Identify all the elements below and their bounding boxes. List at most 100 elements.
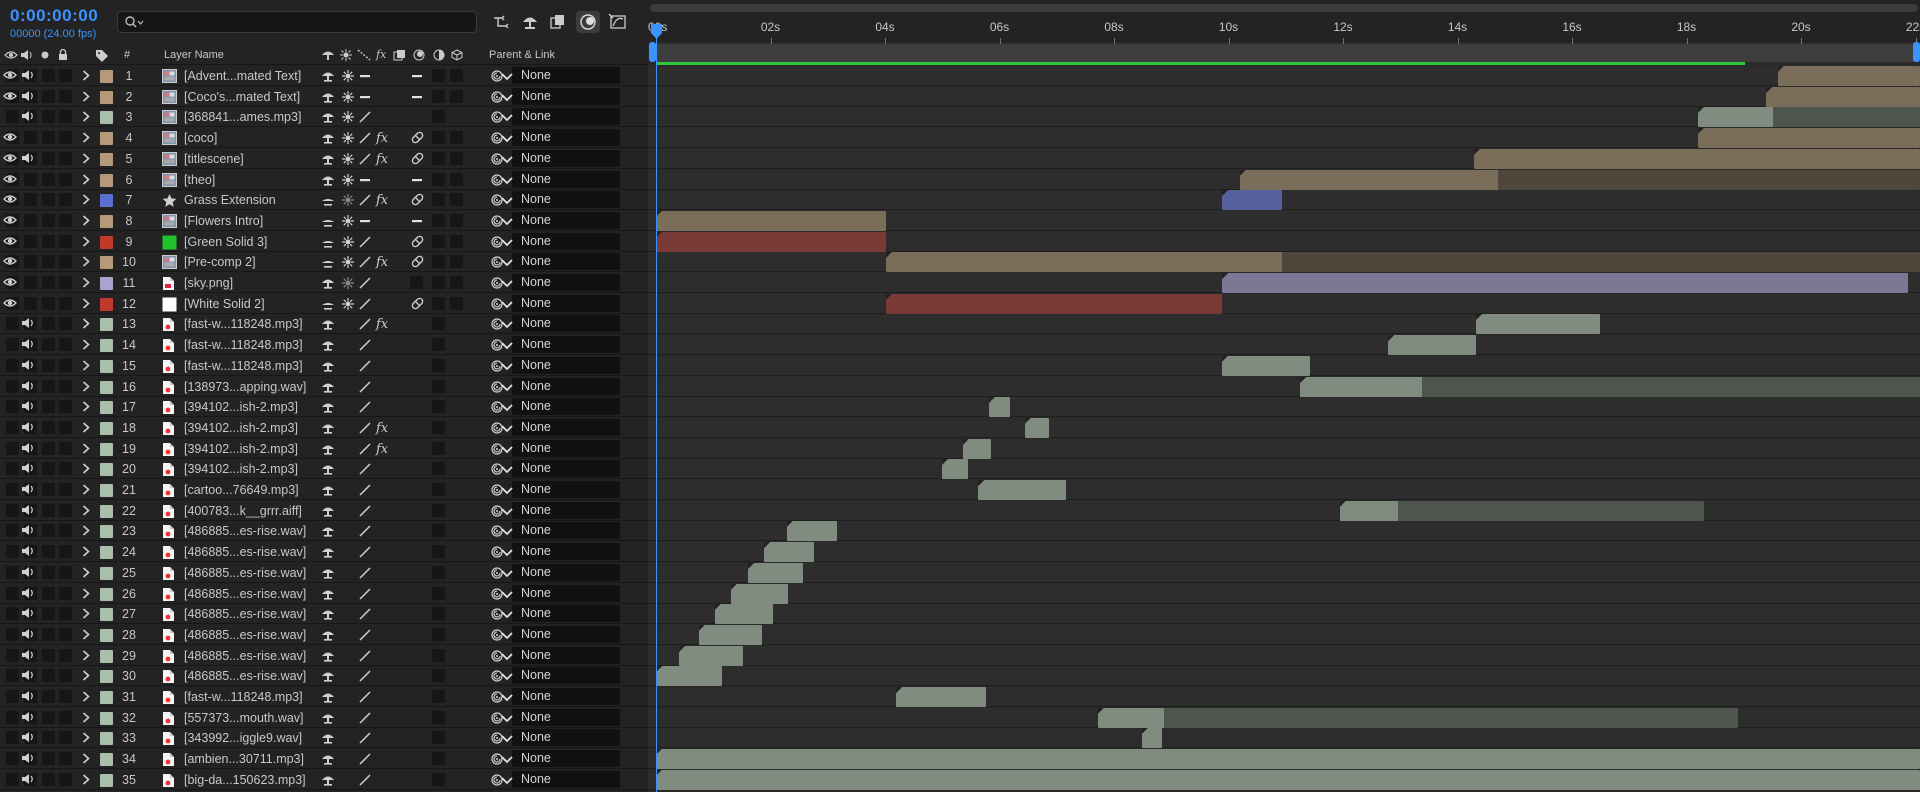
switch-box[interactable] — [6, 607, 19, 621]
frame-blend-dash-icon[interactable] — [410, 173, 424, 190]
shy-switch-icon[interactable] — [321, 152, 335, 169]
label-color-swatch[interactable] — [100, 753, 113, 767]
switch-box[interactable] — [432, 586, 445, 600]
switch-box[interactable] — [432, 213, 445, 227]
switch-box[interactable] — [432, 276, 445, 289]
shy-switch-icon[interactable] — [321, 235, 335, 252]
parent-dropdown[interactable]: None — [501, 729, 620, 747]
switch-box[interactable] — [59, 172, 72, 186]
label-color-swatch[interactable] — [100, 691, 113, 704]
layer-name[interactable]: [theo] — [184, 173, 215, 187]
parent-dropdown[interactable]: None — [501, 129, 620, 147]
layer-row[interactable]: 2 [Coco's...mated Text] None — [0, 87, 648, 107]
switch-box[interactable] — [59, 586, 72, 600]
layer-name[interactable]: [394102...ish-2.mp3] — [184, 462, 298, 476]
layer-row[interactable]: 16 [138973...apping.wav] None — [0, 377, 648, 397]
expand-chevron-icon[interactable] — [82, 753, 90, 767]
switch-box[interactable] — [42, 648, 55, 662]
switch-box[interactable] — [6, 545, 19, 559]
effects-fx-icon[interactable]: fx — [376, 442, 388, 457]
switch-box[interactable] — [42, 752, 55, 766]
shy-switch-icon[interactable] — [321, 214, 335, 231]
parent-dropdown[interactable]: None — [501, 563, 620, 581]
expand-chevron-icon[interactable] — [82, 587, 90, 602]
audio-speaker-icon[interactable] — [21, 668, 35, 685]
quality-slash-icon[interactable] — [358, 483, 372, 500]
switch-box[interactable] — [59, 89, 72, 103]
layer-duration-bar[interactable] — [963, 438, 991, 459]
switch-box[interactable] — [6, 772, 19, 786]
switch-box[interactable] — [432, 400, 445, 414]
adjustment-layer-icon[interactable] — [410, 254, 425, 272]
label-color-swatch[interactable] — [100, 173, 113, 187]
switch-box[interactable] — [6, 358, 19, 372]
label-color-swatch[interactable] — [100, 525, 113, 539]
switch-box[interactable] — [59, 296, 72, 310]
parent-dropdown[interactable]: None — [501, 770, 620, 788]
expand-chevron-icon[interactable] — [82, 525, 90, 539]
layer-duration-bar[interactable] — [656, 666, 722, 687]
time-navigator-thumb[interactable] — [650, 4, 1918, 12]
switch-box[interactable] — [42, 420, 55, 434]
expand-chevron-icon[interactable] — [82, 111, 90, 125]
layer-duration-bar[interactable] — [748, 562, 803, 583]
expand-chevron-icon[interactable] — [82, 360, 90, 374]
expand-chevron-icon[interactable] — [82, 194, 90, 208]
collapse-transform-icon[interactable] — [341, 90, 355, 107]
switch-box[interactable] — [432, 752, 445, 766]
visibility-eye-icon[interactable] — [3, 89, 17, 106]
frame-blend-header-icon[interactable] — [393, 49, 407, 61]
switch-box[interactable] — [432, 524, 445, 538]
quality-slash-icon[interactable] — [358, 110, 372, 127]
switch-box[interactable] — [6, 586, 19, 600]
switch-box[interactable] — [6, 627, 19, 641]
expand-chevron-icon[interactable] — [82, 691, 90, 705]
switch-box[interactable] — [59, 193, 72, 207]
parent-dropdown[interactable]: None — [501, 646, 620, 664]
label-color-swatch[interactable] — [100, 711, 113, 725]
expand-chevron-icon[interactable] — [82, 235, 90, 250]
time-ruler[interactable]: :00s02s04s06s08s10s12s14s16s18s20s22s — [648, 12, 1920, 44]
switch-box[interactable] — [59, 669, 72, 683]
switch-box[interactable] — [59, 710, 72, 724]
parent-dropdown[interactable]: None — [501, 232, 620, 250]
expand-chevron-icon[interactable] — [82, 732, 90, 746]
switch-box[interactable] — [432, 462, 445, 476]
switch-box[interactable] — [432, 483, 445, 496]
switch-box[interactable] — [450, 151, 463, 165]
shy-switch-icon[interactable] — [321, 90, 335, 107]
layer-name[interactable]: [394102...ish-2.mp3] — [184, 442, 298, 456]
shy-switch-icon[interactable] — [321, 110, 335, 127]
expand-chevron-icon[interactable] — [82, 546, 90, 560]
layer-duration-bar[interactable] — [942, 459, 968, 480]
switch-box[interactable] — [42, 607, 55, 621]
layer-duration-bar[interactable] — [1766, 86, 1920, 107]
shy-switch-icon[interactable] — [321, 173, 335, 190]
frame-blend-dash-icon[interactable] — [410, 90, 424, 107]
switch-box[interactable] — [59, 276, 72, 289]
layer-duration-bar[interactable] — [1388, 335, 1476, 356]
shy-switch-icon[interactable] — [321, 752, 335, 769]
layer-row[interactable]: 26 [486885...es-rise.wav] None — [0, 584, 648, 604]
audio-speaker-icon[interactable] — [21, 772, 35, 789]
switch-box[interactable] — [6, 752, 19, 766]
layer-duration-bar[interactable] — [1240, 169, 1920, 190]
parent-dropdown[interactable]: None — [501, 377, 620, 395]
quality-slash-icon[interactable] — [358, 628, 372, 645]
shy-switch-icon[interactable] — [321, 773, 335, 790]
switch-box[interactable] — [42, 690, 55, 703]
visibility-eye-icon[interactable] — [3, 68, 17, 85]
audio-speaker-icon[interactable] — [21, 565, 35, 582]
switch-box[interactable] — [59, 234, 72, 248]
switch-box[interactable] — [42, 317, 55, 331]
quality-slash-icon[interactable] — [358, 690, 372, 707]
layer-row[interactable]: 27 [486885...es-rise.wav] None — [0, 604, 648, 625]
effects-fx-icon[interactable]: fx — [376, 317, 388, 332]
switch-box[interactable] — [450, 193, 463, 207]
expand-chevron-icon[interactable] — [82, 256, 90, 270]
expand-chevron-icon[interactable] — [82, 215, 90, 229]
effects-header-icon[interactable]: fx — [376, 48, 386, 61]
motion-blur-button[interactable] — [576, 11, 600, 33]
collapse-transform-icon[interactable] — [341, 276, 355, 293]
visibility-eye-icon[interactable] — [3, 172, 17, 189]
